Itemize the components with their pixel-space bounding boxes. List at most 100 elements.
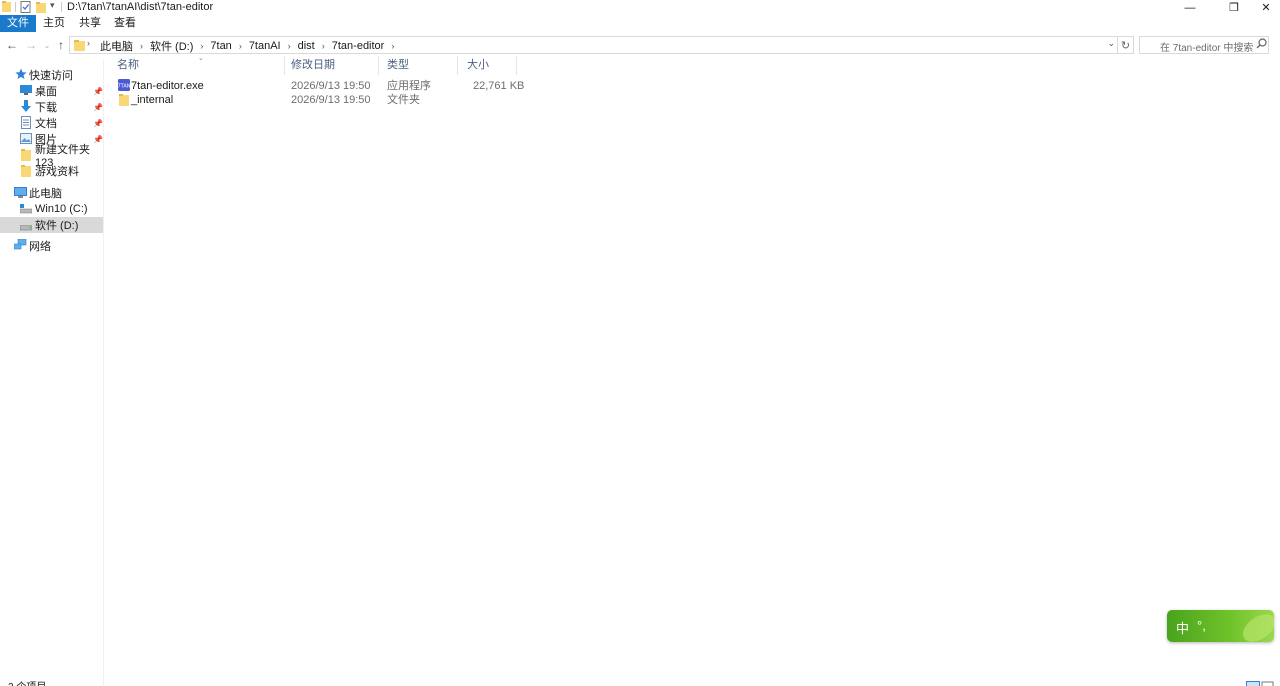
arrow-right-icon: → xyxy=(25,38,37,52)
forward-button[interactable]: → xyxy=(24,37,38,53)
close-button[interactable]: ✕ xyxy=(1252,0,1280,15)
download-icon xyxy=(20,100,32,116)
tab-file[interactable]: 文件 xyxy=(0,15,36,32)
window-title: D:\7tan\7tanAI\dist\7tan-editor xyxy=(67,1,214,13)
sidebar-item-downloads[interactable]: 下载 📌 xyxy=(0,99,103,115)
file-modified: 2026/9/13 19:50 xyxy=(291,94,371,106)
sort-ascending-icon: ⌄ xyxy=(198,55,204,62)
tab-share[interactable]: 共享 xyxy=(76,15,104,32)
breadcrumb-7tanai[interactable]: 7tanAI xyxy=(245,40,285,52)
sidebar-item-label: 网络 xyxy=(29,241,51,253)
drive-icon xyxy=(19,222,33,234)
chevron-down-icon: ⌄ xyxy=(43,40,51,50)
search-icon[interactable] xyxy=(1256,38,1267,52)
file-row[interactable]: _internal 2026/9/13 19:50 文件夹 xyxy=(108,93,518,107)
column-header-modified[interactable]: 修改日期 xyxy=(282,56,379,75)
ime-toolbar[interactable]: 中 °, xyxy=(1167,610,1274,642)
file-modified: 2026/9/13 19:50 xyxy=(291,80,371,92)
recent-locations-button[interactable]: ⌄ xyxy=(40,37,54,53)
back-button[interactable]: ← xyxy=(5,37,19,53)
view-toggle[interactable] xyxy=(1246,678,1274,686)
separator xyxy=(61,2,62,12)
sidebar-item-this-pc[interactable]: 此电脑 xyxy=(0,185,103,201)
file-type: 应用程序 xyxy=(387,80,431,92)
status-item-count: 2 个项目 xyxy=(8,678,46,686)
column-header-type[interactable]: 类型 xyxy=(378,56,458,75)
sidebar-item-label: 桌面 xyxy=(35,86,57,98)
sidebar-item-desktop[interactable]: 桌面 📌 xyxy=(0,83,103,99)
sidebar-item-documents[interactable]: 文档 📌 xyxy=(0,115,103,131)
breadcrumb-7tan-editor[interactable]: 7tan-editor xyxy=(328,40,389,52)
tab-home[interactable]: 主页 xyxy=(40,15,68,32)
up-button[interactable]: ↑ xyxy=(54,37,68,53)
folder-icon xyxy=(21,165,31,180)
address-history-button[interactable]: ⌄ xyxy=(1107,38,1115,49)
search-input[interactable]: 在 7tan-editor 中搜索 xyxy=(1160,39,1253,54)
breadcrumb-dist[interactable]: dist xyxy=(294,40,319,52)
app-icon: 7TAN xyxy=(117,79,131,94)
chevron-right-icon[interactable]: › xyxy=(319,41,328,51)
breadcrumb: 此电脑 › 软件 (D:) › 7tan › 7tanAI › dist › 7… xyxy=(96,38,397,54)
sidebar-item-quick-access[interactable]: 快速访问 xyxy=(0,67,103,83)
tab-view[interactable]: 查看 xyxy=(111,15,139,32)
customize-toolbar-icon[interactable]: ▾ xyxy=(50,0,55,11)
chevron-right-icon[interactable]: › xyxy=(388,41,397,51)
column-header-size[interactable]: 大小 xyxy=(458,56,517,75)
minimize-button[interactable]: — xyxy=(1176,0,1204,15)
properties-icon[interactable] xyxy=(20,1,31,16)
title-bar: ▾ D:\7tan\7tanAI\dist\7tan-editor — ❐ ✕ xyxy=(0,0,1280,15)
system-drive-icon xyxy=(19,204,33,217)
sidebar-item-drive-c[interactable]: Win10 (C:) xyxy=(0,201,103,217)
close-icon: ✕ xyxy=(1261,2,1271,14)
refresh-icon: ↻ xyxy=(1120,39,1131,52)
chevron-right-icon[interactable]: › xyxy=(137,41,146,51)
file-row[interactable]: 7TAN 7tan-editor.exe 2026/9/13 19:50 应用程… xyxy=(108,79,524,94)
navigation-pane: 快速访问 桌面 📌 下载 📌 文档 📌 图片 📌 新建文件夹 123 游戏资料 … xyxy=(0,60,104,686)
sidebar-item-new-folder-123[interactable]: 新建文件夹 123 xyxy=(0,144,103,169)
file-size: 22,761 KB xyxy=(473,80,525,92)
breadcrumb-7tan[interactable]: 7tan xyxy=(206,40,235,52)
navigation-bar: ← → ⌄ ↑ › 此电脑 › 软件 (D:) › 7tan › 7tanAI … xyxy=(0,34,1280,56)
sidebar-item-game-data[interactable]: 游戏资料 xyxy=(0,163,103,179)
chevron-right-icon[interactable]: › xyxy=(236,41,245,51)
separator xyxy=(15,2,16,12)
sidebar-item-label: 此电脑 xyxy=(29,188,62,200)
sidebar-item-drive-d[interactable]: 软件 (D:) xyxy=(0,217,103,233)
file-name: _internal xyxy=(131,94,174,106)
pin-icon: 📌 xyxy=(93,118,103,128)
chevron-right-icon[interactable]: › xyxy=(197,41,206,51)
maximize-button[interactable]: ❐ xyxy=(1220,0,1248,15)
refresh-button[interactable]: ↻ xyxy=(1118,36,1134,54)
computer-icon xyxy=(14,187,27,201)
sidebar-item-label: Win10 (C:) xyxy=(35,203,88,215)
pin-icon: 📌 xyxy=(93,86,103,96)
sidebar-item-label: 文档 xyxy=(35,118,57,130)
breadcrumb-this-pc[interactable]: 此电脑 xyxy=(96,38,137,54)
folder-icon xyxy=(74,39,85,54)
file-type: 文件夹 xyxy=(387,94,420,106)
chevron-right-icon: › xyxy=(87,38,90,48)
ime-mode-toggle[interactable]: 中 xyxy=(1176,618,1189,637)
sidebar-item-label: 快速访问 xyxy=(29,70,73,82)
desktop-icon xyxy=(20,85,32,99)
documents-icon xyxy=(21,116,31,132)
new-folder-icon[interactable] xyxy=(36,1,46,16)
arrow-left-icon: ← xyxy=(6,38,18,52)
ime-punctuation-toggle[interactable]: °, xyxy=(1197,618,1206,633)
sidebar-item-label: 游戏资料 xyxy=(35,166,79,178)
pictures-icon xyxy=(20,133,32,147)
file-name: 7tan-editor.exe xyxy=(131,80,204,92)
breadcrumb-drive-d[interactable]: 软件 (D:) xyxy=(146,38,197,54)
chevron-right-icon[interactable]: › xyxy=(285,41,294,51)
arrow-up-icon: ↑ xyxy=(58,38,64,52)
folder-icon xyxy=(2,1,11,15)
leaf-icon xyxy=(1242,614,1274,642)
column-header-name[interactable]: 名称 xyxy=(108,56,285,75)
maximize-icon: ❐ xyxy=(1229,2,1239,14)
ribbon-tabs: 文件 主页 共享 查看 xyxy=(0,15,1280,32)
address-bar[interactable]: › 此电脑 › 软件 (D:) › 7tan › 7tanAI › dist ›… xyxy=(69,36,1118,54)
sidebar-item-network[interactable]: 网络 xyxy=(0,238,103,254)
folder-icon xyxy=(21,149,31,164)
search-box[interactable]: 在 7tan-editor 中搜索 xyxy=(1139,36,1269,54)
sidebar-item-label: 软件 (D:) xyxy=(35,220,79,232)
